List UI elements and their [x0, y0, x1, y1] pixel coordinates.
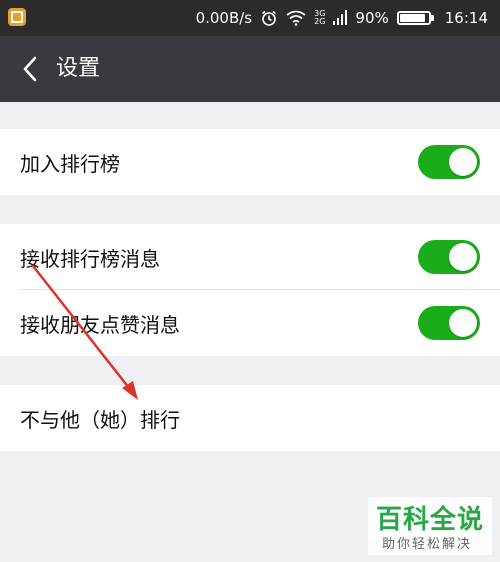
- network-speed: 0.00B/s: [195, 9, 253, 27]
- setting-row-like-messages[interactable]: 接收朋友点赞消息: [0, 290, 500, 356]
- status-indicators: 0.00B/s 3G 2G 90% 16:14: [196, 0, 488, 36]
- setting-row-ranking-messages[interactable]: 接收排行榜消息: [0, 224, 500, 290]
- toggle-knob: [449, 243, 477, 271]
- status-bar: 0.00B/s 3G 2G 90% 16:14: [0, 0, 500, 36]
- setting-row-exclude-ranking[interactable]: 不与他（她）排行: [0, 385, 500, 451]
- settings-group-messages: 接收排行榜消息 接收朋友点赞消息: [0, 224, 500, 356]
- watermark-subtitle: 助你轻松解决: [382, 537, 473, 552]
- back-button[interactable]: [10, 49, 50, 89]
- setting-label: 接收排行榜消息: [20, 246, 160, 271]
- toggle-knob: [449, 309, 477, 337]
- battery-icon: [396, 11, 434, 25]
- setting-label: 接收朋友点赞消息: [20, 312, 180, 337]
- setting-label: 加入排行榜: [20, 151, 120, 176]
- clock: 16:14: [444, 9, 488, 27]
- battery-percent: 90%: [355, 9, 389, 27]
- setting-row-join-ranking[interactable]: 加入排行榜: [0, 129, 500, 195]
- watermark-title: 百科全说: [376, 505, 485, 535]
- settings-group-exclude: 不与他（她）排行: [0, 385, 500, 451]
- toggle-knob: [449, 148, 477, 176]
- like-messages-toggle[interactable]: [418, 306, 480, 340]
- wifi-icon: [286, 10, 306, 26]
- app-notification-icon: [8, 8, 26, 26]
- join-ranking-toggle[interactable]: [418, 145, 480, 179]
- battery-fill: [399, 14, 425, 22]
- network-type: 3G 2G: [314, 9, 326, 26]
- chevron-left-icon: [23, 56, 37, 82]
- nav-bar: 设置: [0, 36, 500, 102]
- alarm-icon: [260, 9, 278, 27]
- signal-icon: [333, 10, 348, 26]
- settings-group-ranking: 加入排行榜: [0, 129, 500, 195]
- watermark: 百科全说 助你轻松解决: [368, 497, 492, 555]
- ranking-messages-toggle[interactable]: [418, 240, 480, 274]
- setting-label: 不与他（她）排行: [20, 407, 180, 432]
- page-title: 设置: [56, 56, 101, 81]
